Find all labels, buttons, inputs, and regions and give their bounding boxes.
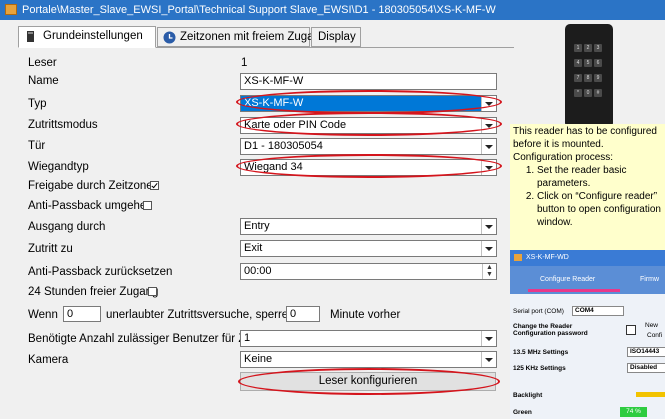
annotation-oval-wiegand bbox=[236, 154, 502, 178]
preview-serial-select: COM4 bbox=[572, 306, 624, 316]
keypad-key: 2 bbox=[584, 44, 592, 52]
reader-icon bbox=[27, 31, 34, 42]
preview-backlight-bar bbox=[636, 392, 665, 397]
ausgang-select[interactable]: Entry bbox=[240, 218, 497, 235]
chevron-down-icon[interactable] bbox=[481, 241, 496, 256]
preview-conf-label: Confi bbox=[647, 332, 663, 339]
freigabe-label: Freigabe durch Zeitzonen bbox=[28, 180, 160, 192]
tab-display[interactable]: Display bbox=[311, 27, 361, 47]
chevron-down-icon[interactable] bbox=[481, 219, 496, 234]
note-step: Set the reader basic parameters. bbox=[537, 164, 662, 190]
chevron-down-icon[interactable] bbox=[481, 352, 496, 367]
tab-zeitzonen[interactable]: Zeitzonen mit freiem Zugang bbox=[157, 27, 326, 47]
h24-label: 24 Stunden freier Zugang bbox=[28, 286, 159, 298]
versuche-label: unerlaubter Zutrittsversuche, sperren fü… bbox=[106, 309, 312, 321]
tuer-select[interactable]: D1 - 180305054 bbox=[240, 138, 497, 155]
ausgang-label: Ausgang durch bbox=[28, 221, 106, 233]
keypad-key: 8 bbox=[584, 74, 592, 82]
preview-green-bar: 74 % bbox=[620, 407, 647, 417]
window-title: Portale\Master_Slave_EWSI_Portal\Technic… bbox=[22, 4, 496, 16]
note-line2: Configuration process: bbox=[513, 152, 614, 163]
chevron-down-icon[interactable] bbox=[481, 139, 496, 154]
preview-135-value: ISO14443 bbox=[627, 347, 665, 357]
reader-device-image: 1 2 3 4 5 6 7 8 9 * 0 # bbox=[565, 24, 613, 128]
preview-title-bar: XS-K-MF-WD bbox=[510, 250, 665, 266]
preview-checkbox bbox=[626, 325, 636, 335]
preview-backlight-label: Backlight bbox=[513, 392, 543, 399]
zutritt-label: Zutritt zu bbox=[28, 243, 73, 255]
keypad-key: 4 bbox=[574, 59, 582, 67]
config-window-preview: XS-K-MF-WD Configure Reader Firmw Serial… bbox=[510, 250, 665, 419]
minute-label: Minute vorher bbox=[330, 309, 401, 321]
chevron-down-icon[interactable] bbox=[481, 331, 496, 346]
antipassback-reset-label: Anti-Passback zurücksetzen bbox=[28, 266, 173, 278]
leser-value: 1 bbox=[241, 57, 248, 69]
benutzer-select[interactable]: 1 bbox=[240, 330, 497, 347]
note-line1: This reader has to be configured before … bbox=[513, 126, 657, 150]
preview-green-label: Green bbox=[513, 409, 532, 416]
clock-icon bbox=[163, 31, 176, 44]
keypad-key: 6 bbox=[594, 59, 602, 67]
preview-125-value: Disabled bbox=[627, 363, 665, 373]
keypad-key: 9 bbox=[594, 74, 602, 82]
kamera-select[interactable]: Keine bbox=[240, 351, 497, 368]
freigabe-checkbox[interactable] bbox=[150, 181, 159, 190]
annotation-oval-modus bbox=[236, 112, 502, 136]
antipassback-label: Anti-Passback umgehen bbox=[28, 200, 153, 212]
wenn-label: Wenn bbox=[28, 309, 58, 321]
tuer-label: Tür bbox=[28, 140, 46, 152]
sperren-minutes-input[interactable]: 0 bbox=[286, 306, 320, 322]
note-steps: Set the reader basic parameters. Click o… bbox=[513, 164, 662, 229]
h24-checkbox[interactable] bbox=[148, 287, 157, 296]
preview-tab-firmware: Firmw bbox=[640, 276, 660, 283]
keypad-key: 3 bbox=[594, 44, 602, 52]
kamera-label: Kamera bbox=[28, 354, 69, 366]
zutritt-select[interactable]: Exit bbox=[240, 240, 497, 257]
instruction-note: This reader has to be configured before … bbox=[510, 124, 665, 250]
preview-tab-underline bbox=[528, 289, 620, 292]
title-bar: Portale\Master_Slave_EWSI_Portal\Technic… bbox=[0, 0, 665, 20]
keypad-key: 0 bbox=[584, 89, 592, 97]
zutrittsmodus-label: Zutrittsmodus bbox=[28, 119, 98, 131]
keypad-grid: 1 2 3 4 5 6 7 8 9 * 0 # bbox=[573, 38, 605, 98]
keypad-key: 5 bbox=[584, 59, 592, 67]
preview-serial-label: Serial port (COM) bbox=[513, 308, 564, 315]
preview-new-label: New bbox=[645, 322, 659, 329]
keypad-key: 7 bbox=[574, 74, 582, 82]
annotation-oval-typ bbox=[236, 90, 502, 114]
spinner-icon[interactable]: ▲ ▼ bbox=[482, 264, 496, 279]
antipassback-reset-time[interactable]: 00:00 ▲ ▼ bbox=[240, 263, 497, 280]
app-icon bbox=[514, 254, 522, 261]
preview-135-label: 13.5 MHz Settings bbox=[513, 349, 569, 356]
keypad-key: 1 bbox=[574, 44, 582, 52]
name-input[interactable]: XS-K-MF-W bbox=[240, 73, 497, 90]
versuche-count-input[interactable]: 0 bbox=[63, 306, 101, 322]
tab-grundeinstellungen[interactable]: Grundeinstellungen bbox=[18, 26, 156, 48]
app-icon bbox=[5, 4, 17, 15]
preview-tab-bar: Configure Reader Firmw bbox=[510, 266, 665, 294]
wiegandtyp-label: Wiegandtyp bbox=[28, 161, 89, 173]
keypad-key: * bbox=[574, 89, 582, 97]
preview-change-label: Change the Reader Configuration password bbox=[513, 323, 588, 337]
keypad-key: # bbox=[594, 89, 602, 97]
leser-label: Leser bbox=[28, 57, 57, 69]
note-step: Click on “Configure reader” button to op… bbox=[537, 190, 662, 229]
antipassback-checkbox[interactable] bbox=[143, 201, 152, 210]
name-label: Name bbox=[28, 75, 59, 87]
typ-label: Typ bbox=[28, 98, 47, 110]
benutzer-label: Benötigte Anzahl zulässiger Benutzer für… bbox=[28, 333, 268, 345]
preview-tab-configure: Configure Reader bbox=[540, 276, 596, 283]
preview-125-label: 125 KHz Settings bbox=[513, 365, 566, 372]
annotation-oval-button bbox=[238, 368, 500, 395]
